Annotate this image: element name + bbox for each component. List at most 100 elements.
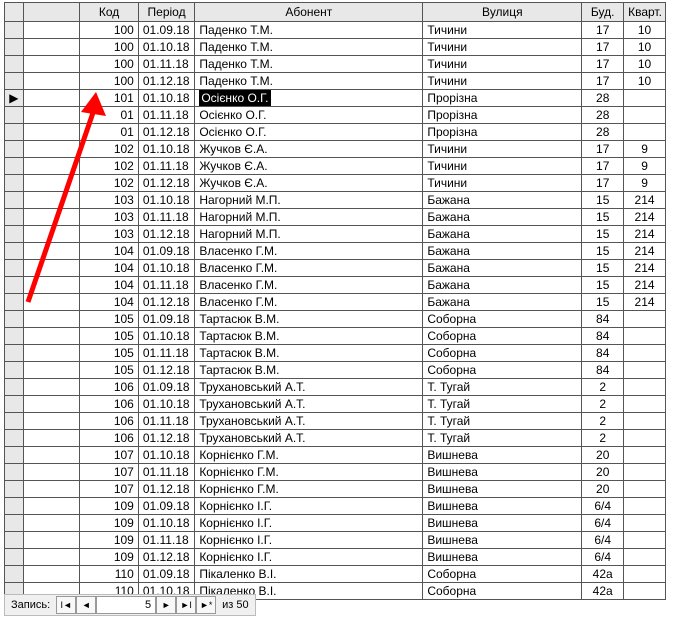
cell-apt[interactable]: 10 [624, 56, 666, 73]
cell-street[interactable]: Соборна [423, 345, 582, 362]
cell-street[interactable]: Соборна [423, 362, 582, 379]
table-row[interactable]: 10001.10.18Паденко Т.М.Тичини1710 [5, 39, 666, 56]
cell-build[interactable]: 15 [582, 226, 624, 243]
cell-street[interactable]: Прорізна [423, 124, 582, 141]
blank-cell[interactable] [23, 56, 79, 73]
row-selector[interactable] [5, 294, 24, 311]
cell-street[interactable]: Тичини [423, 141, 582, 158]
col-header-apt[interactable]: Кварт. [624, 3, 666, 22]
blank-cell[interactable] [23, 413, 79, 430]
cell-abonent[interactable]: Корнієнко Г.М. [195, 481, 423, 498]
row-selector[interactable] [5, 413, 24, 430]
cell-street[interactable]: Соборна [423, 311, 582, 328]
table-row[interactable]: 10701.10.18Корнієнко Г.М.Вишнева20 [5, 447, 666, 464]
row-selector[interactable] [5, 141, 24, 158]
cell-period[interactable]: 01.10.18 [138, 396, 194, 413]
cell-period[interactable]: 01.11.18 [138, 532, 194, 549]
cell-abonent[interactable]: Паденко Т.М. [195, 56, 423, 73]
cell-period[interactable]: 01.12.18 [138, 73, 194, 90]
cell-apt[interactable] [624, 328, 666, 345]
cell-apt[interactable] [624, 464, 666, 481]
cell-period[interactable]: 01.12.18 [138, 549, 194, 566]
cell-apt[interactable] [624, 447, 666, 464]
cell-street[interactable]: Соборна [423, 328, 582, 345]
cell-street[interactable]: Вишнева [423, 532, 582, 549]
cell-apt[interactable]: 214 [624, 260, 666, 277]
blank-cell[interactable] [23, 39, 79, 56]
cell-abonent[interactable]: Паденко Т.М. [195, 39, 423, 56]
cell-abonent[interactable]: Трухановський А.Т. [195, 396, 423, 413]
blank-cell[interactable] [23, 345, 79, 362]
row-selector[interactable] [5, 124, 24, 141]
row-selector[interactable] [5, 515, 24, 532]
cell-code[interactable]: 104 [80, 243, 139, 260]
table-row[interactable]: 10201.12.18Жучков Є.А.Тичини179 [5, 175, 666, 192]
blank-cell[interactable] [23, 124, 79, 141]
cell-period[interactable]: 01.09.18 [138, 566, 194, 583]
blank-header[interactable] [23, 3, 79, 22]
cell-period[interactable]: 01.09.18 [138, 498, 194, 515]
cell-street[interactable]: Т. Тугай [423, 430, 582, 447]
cell-code[interactable]: 101 [80, 90, 139, 107]
cell-period[interactable]: 01.11.18 [138, 464, 194, 481]
cell-abonent[interactable]: Трухановський А.Т. [195, 413, 423, 430]
cell-apt[interactable] [624, 345, 666, 362]
cell-code[interactable]: 106 [80, 379, 139, 396]
nav-current-input[interactable] [96, 596, 156, 614]
table-row[interactable]: 10401.11.18Власенко Г.М.Бажана15214 [5, 277, 666, 294]
cell-abonent[interactable]: Паденко Т.М. [195, 22, 423, 39]
cell-apt[interactable] [624, 549, 666, 566]
cell-code[interactable]: 105 [80, 311, 139, 328]
cell-build[interactable]: 17 [582, 158, 624, 175]
cell-build[interactable]: 20 [582, 447, 624, 464]
cell-street[interactable]: Тичини [423, 158, 582, 175]
row-selector[interactable] [5, 175, 24, 192]
table-row[interactable]: 10401.09.18Власенко Г.М.Бажана15214 [5, 243, 666, 260]
cell-period[interactable]: 01.10.18 [138, 515, 194, 532]
cell-apt[interactable]: 9 [624, 175, 666, 192]
cell-abonent[interactable]: Тартасюк В.М. [195, 311, 423, 328]
table-row[interactable]: 10901.11.18Корнієнко І.Г.Вишнева6/4 [5, 532, 666, 549]
cell-apt[interactable]: 214 [624, 277, 666, 294]
table-row[interactable]: 10301.10.18Нагорний М.П.Бажана15214 [5, 192, 666, 209]
cell-apt[interactable] [624, 532, 666, 549]
cell-code[interactable]: 105 [80, 345, 139, 362]
cell-apt[interactable]: 214 [624, 209, 666, 226]
cell-build[interactable]: 84 [582, 362, 624, 379]
cell-code[interactable]: 106 [80, 396, 139, 413]
cell-apt[interactable] [624, 379, 666, 396]
blank-cell[interactable] [23, 515, 79, 532]
row-selector[interactable] [5, 328, 24, 345]
row-selector[interactable] [5, 362, 24, 379]
col-header-period[interactable]: Період [138, 3, 194, 22]
row-selector[interactable] [5, 345, 24, 362]
cell-build[interactable]: 6/4 [582, 549, 624, 566]
cell-build[interactable]: 28 [582, 124, 624, 141]
row-selector[interactable] [5, 430, 24, 447]
table-row[interactable]: 10701.11.18Корнієнко Г.М.Вишнева20 [5, 464, 666, 481]
cell-period[interactable]: 01.12.18 [138, 175, 194, 192]
cell-apt[interactable] [624, 481, 666, 498]
cell-build[interactable]: 20 [582, 481, 624, 498]
cell-build[interactable]: 17 [582, 56, 624, 73]
cell-abonent[interactable]: Тартасюк В.М. [195, 328, 423, 345]
cell-code[interactable]: 01 [80, 124, 139, 141]
row-selector[interactable] [5, 73, 24, 90]
cell-abonent[interactable]: Нагорний М.П. [195, 226, 423, 243]
cell-apt[interactable] [624, 90, 666, 107]
table-row[interactable]: 10501.11.18Тартасюк В.М.Соборна84 [5, 345, 666, 362]
cell-street[interactable]: Бажана [423, 277, 582, 294]
cell-build[interactable]: 6/4 [582, 532, 624, 549]
cell-apt[interactable] [624, 107, 666, 124]
cell-street[interactable]: Прорізна [423, 90, 582, 107]
cell-code[interactable]: 103 [80, 192, 139, 209]
cell-period[interactable]: 01.11.18 [138, 107, 194, 124]
table-row[interactable]: 10001.12.18Паденко Т.М.Тичини1710 [5, 73, 666, 90]
cell-build[interactable]: 84 [582, 328, 624, 345]
cell-apt[interactable]: 214 [624, 243, 666, 260]
cell-abonent[interactable]: Корнієнко Г.М. [195, 447, 423, 464]
table-row[interactable]: 10601.11.18Трухановський А.Т.Т. Тугай2 [5, 413, 666, 430]
cell-apt[interactable] [624, 498, 666, 515]
row-selector[interactable] [5, 226, 24, 243]
cell-code[interactable]: 102 [80, 158, 139, 175]
